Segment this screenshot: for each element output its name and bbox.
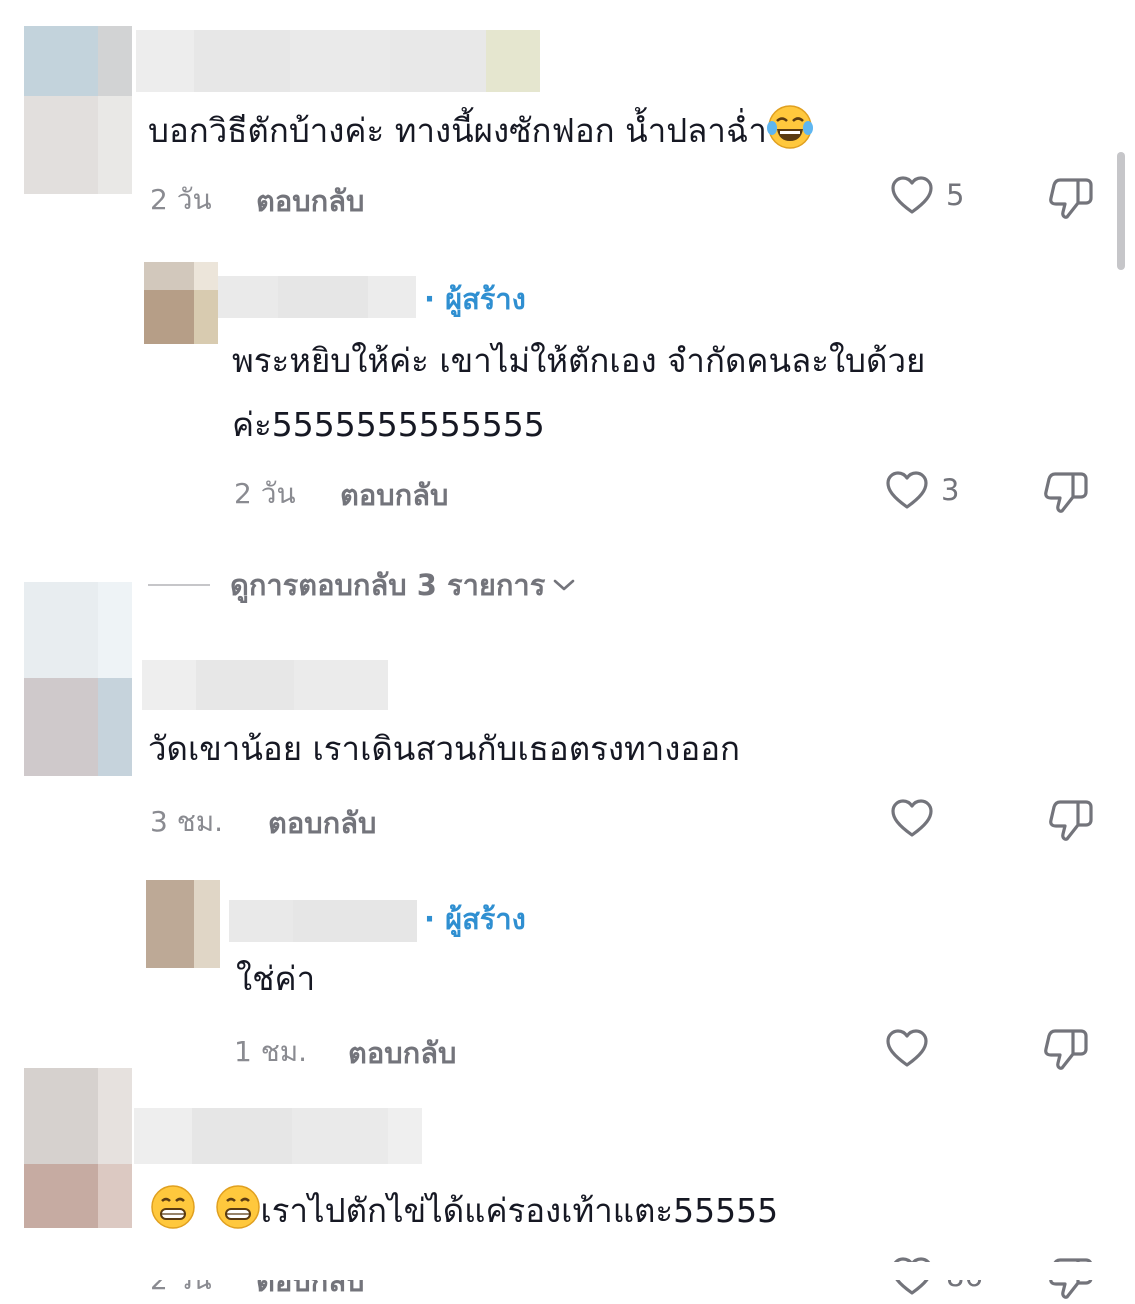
comment-time: 3 ชม. — [150, 805, 224, 838]
comment-time: 2 วัน — [234, 477, 296, 510]
reply-text-line2: ค่ะ5555555555555 — [232, 405, 545, 444]
chevron-down-icon — [553, 579, 575, 591]
creator-label: · ผู้สร้าง — [424, 282, 526, 316]
comment-text: วัดเขาน้อย เราเดินสวนกับเธอตรงทางออก — [148, 729, 741, 768]
comment-time: 2 วัน — [150, 183, 212, 216]
thumbs-down-icon[interactable] — [1048, 798, 1094, 842]
avatar[interactable] — [24, 582, 132, 776]
like-button[interactable] — [885, 1028, 941, 1068]
reply-text: ใช่ค่า — [236, 959, 316, 998]
username[interactable] — [134, 1108, 422, 1164]
like-count: 3 — [941, 473, 960, 507]
heart-outline-icon — [886, 471, 928, 509]
comment-time: 1 ชม. — [234, 1035, 308, 1068]
view-replies-button[interactable]: ดูการตอบกลับ 3 รายการ — [148, 562, 577, 608]
thumbs-down-icon[interactable] — [1043, 1027, 1089, 1071]
username[interactable] — [229, 900, 417, 942]
comment-text: เราไปตักไข่ได้แค่รองเท้าแตะ55555 — [150, 1178, 778, 1244]
thumbs-down-icon[interactable] — [1048, 176, 1094, 220]
creator-label: · ผู้สร้าง — [424, 902, 526, 936]
heart-outline-icon — [891, 176, 933, 214]
reply-button[interactable]: ตอบกลับ — [256, 178, 364, 224]
clip-edge — [0, 1262, 1135, 1280]
avatar[interactable] — [144, 262, 218, 344]
reply-text-line1: พระหยิบให้ค่ะ เขาไม่ให้ตักเอง จำกัดคนละใ… — [232, 341, 926, 380]
laughing-tears-emoji-icon — [766, 105, 813, 149]
username[interactable] — [136, 30, 540, 92]
avatar[interactable] — [146, 880, 220, 968]
username[interactable] — [142, 660, 388, 710]
thumbs-down-icon[interactable] — [1043, 470, 1089, 514]
like-button[interactable]: 5 — [890, 175, 964, 215]
reply-button[interactable]: ตอบกลับ — [340, 472, 448, 518]
view-replies-label: ดูการตอบกลับ 3 รายการ — [230, 568, 546, 602]
divider-line — [148, 584, 210, 586]
username[interactable] — [218, 276, 416, 318]
scrollbar[interactable] — [1117, 152, 1125, 270]
avatar[interactable] — [24, 26, 132, 194]
grinning-emoji-icon — [151, 1185, 195, 1229]
like-button[interactable] — [890, 798, 946, 838]
like-button[interactable]: 3 — [885, 470, 959, 510]
heart-outline-icon — [891, 799, 933, 837]
reply-button[interactable]: ตอบกลับ — [348, 1030, 456, 1076]
avatar[interactable] — [24, 1068, 132, 1228]
reply-button[interactable]: ตอบกลับ — [268, 800, 376, 846]
like-count: 5 — [946, 178, 965, 212]
heart-outline-icon — [886, 1029, 928, 1067]
grinning-emoji-icon — [215, 1185, 260, 1229]
comment-text: บอกวิธีตักบ้างค่ะ ทางนี้ผงซักฟอก น้ำปลาฉ… — [148, 98, 813, 164]
